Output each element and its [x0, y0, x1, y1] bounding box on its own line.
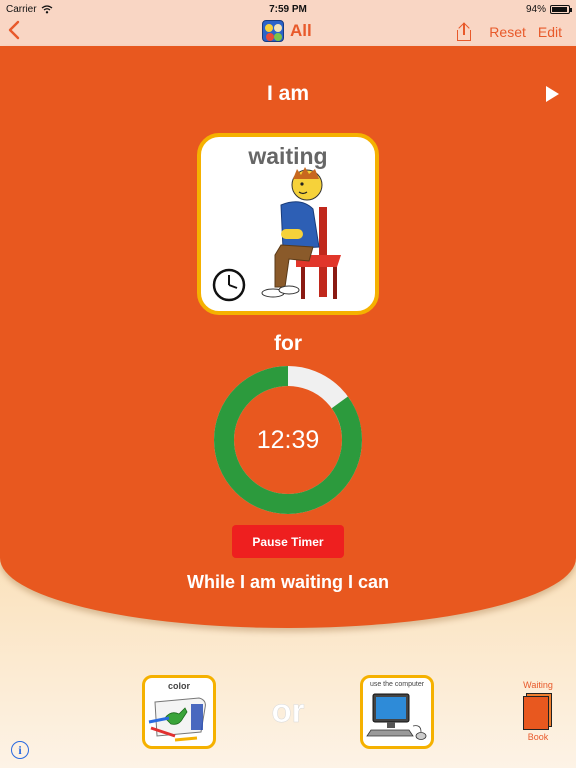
choice-computer-card[interactable]: use the computer [360, 675, 434, 749]
share-icon[interactable] [457, 22, 472, 41]
play-icon[interactable] [546, 86, 559, 102]
activity-card[interactable]: waiting [197, 133, 379, 315]
status-bar: Carrier 7:59 PM 94% [0, 0, 576, 18]
waiting-person-illustration [212, 167, 341, 302]
wifi-icon [41, 4, 52, 13]
pause-timer-button[interactable]: Pause Timer [232, 525, 344, 558]
reset-button[interactable]: Reset [489, 24, 526, 40]
computer-illustration [366, 693, 427, 740]
status-time: 7:59 PM [269, 3, 307, 15]
battery-icon [550, 4, 572, 14]
choice-color-card[interactable]: color [142, 675, 216, 749]
back-button[interactable] [8, 20, 20, 46]
book-icon [523, 693, 553, 730]
nav-bar: All Reset Edit [0, 18, 576, 46]
book-top-label: Waiting [523, 680, 553, 690]
battery-percent: 94% [525, 3, 546, 15]
back-chevron-icon [8, 20, 20, 40]
timer-ring: 12:39 [213, 365, 363, 515]
suffix-text: While I am waiting I can [186, 572, 390, 592]
timer-time: 12:39 [256, 425, 320, 454]
nav-title-group: All [262, 20, 312, 42]
carrier-label: Carrier [6, 3, 37, 15]
waiting-book-button[interactable]: Waiting Book [515, 680, 561, 742]
edit-button[interactable]: Edit [538, 24, 562, 40]
clock-icon [212, 268, 246, 302]
carrier-group: Carrier [6, 4, 53, 15]
app-logo-icon [262, 20, 284, 42]
coloring-illustration [148, 697, 206, 742]
connector-text: for [274, 332, 302, 355]
info-icon[interactable]: i [11, 741, 29, 759]
prefix-text: I am [266, 82, 310, 105]
battery-group: 94% [525, 3, 572, 15]
book-bottom-label: Book [527, 732, 549, 742]
or-text: or [271, 692, 305, 730]
nav-actions: Reset Edit [457, 22, 562, 41]
nav-title: All [290, 21, 312, 40]
